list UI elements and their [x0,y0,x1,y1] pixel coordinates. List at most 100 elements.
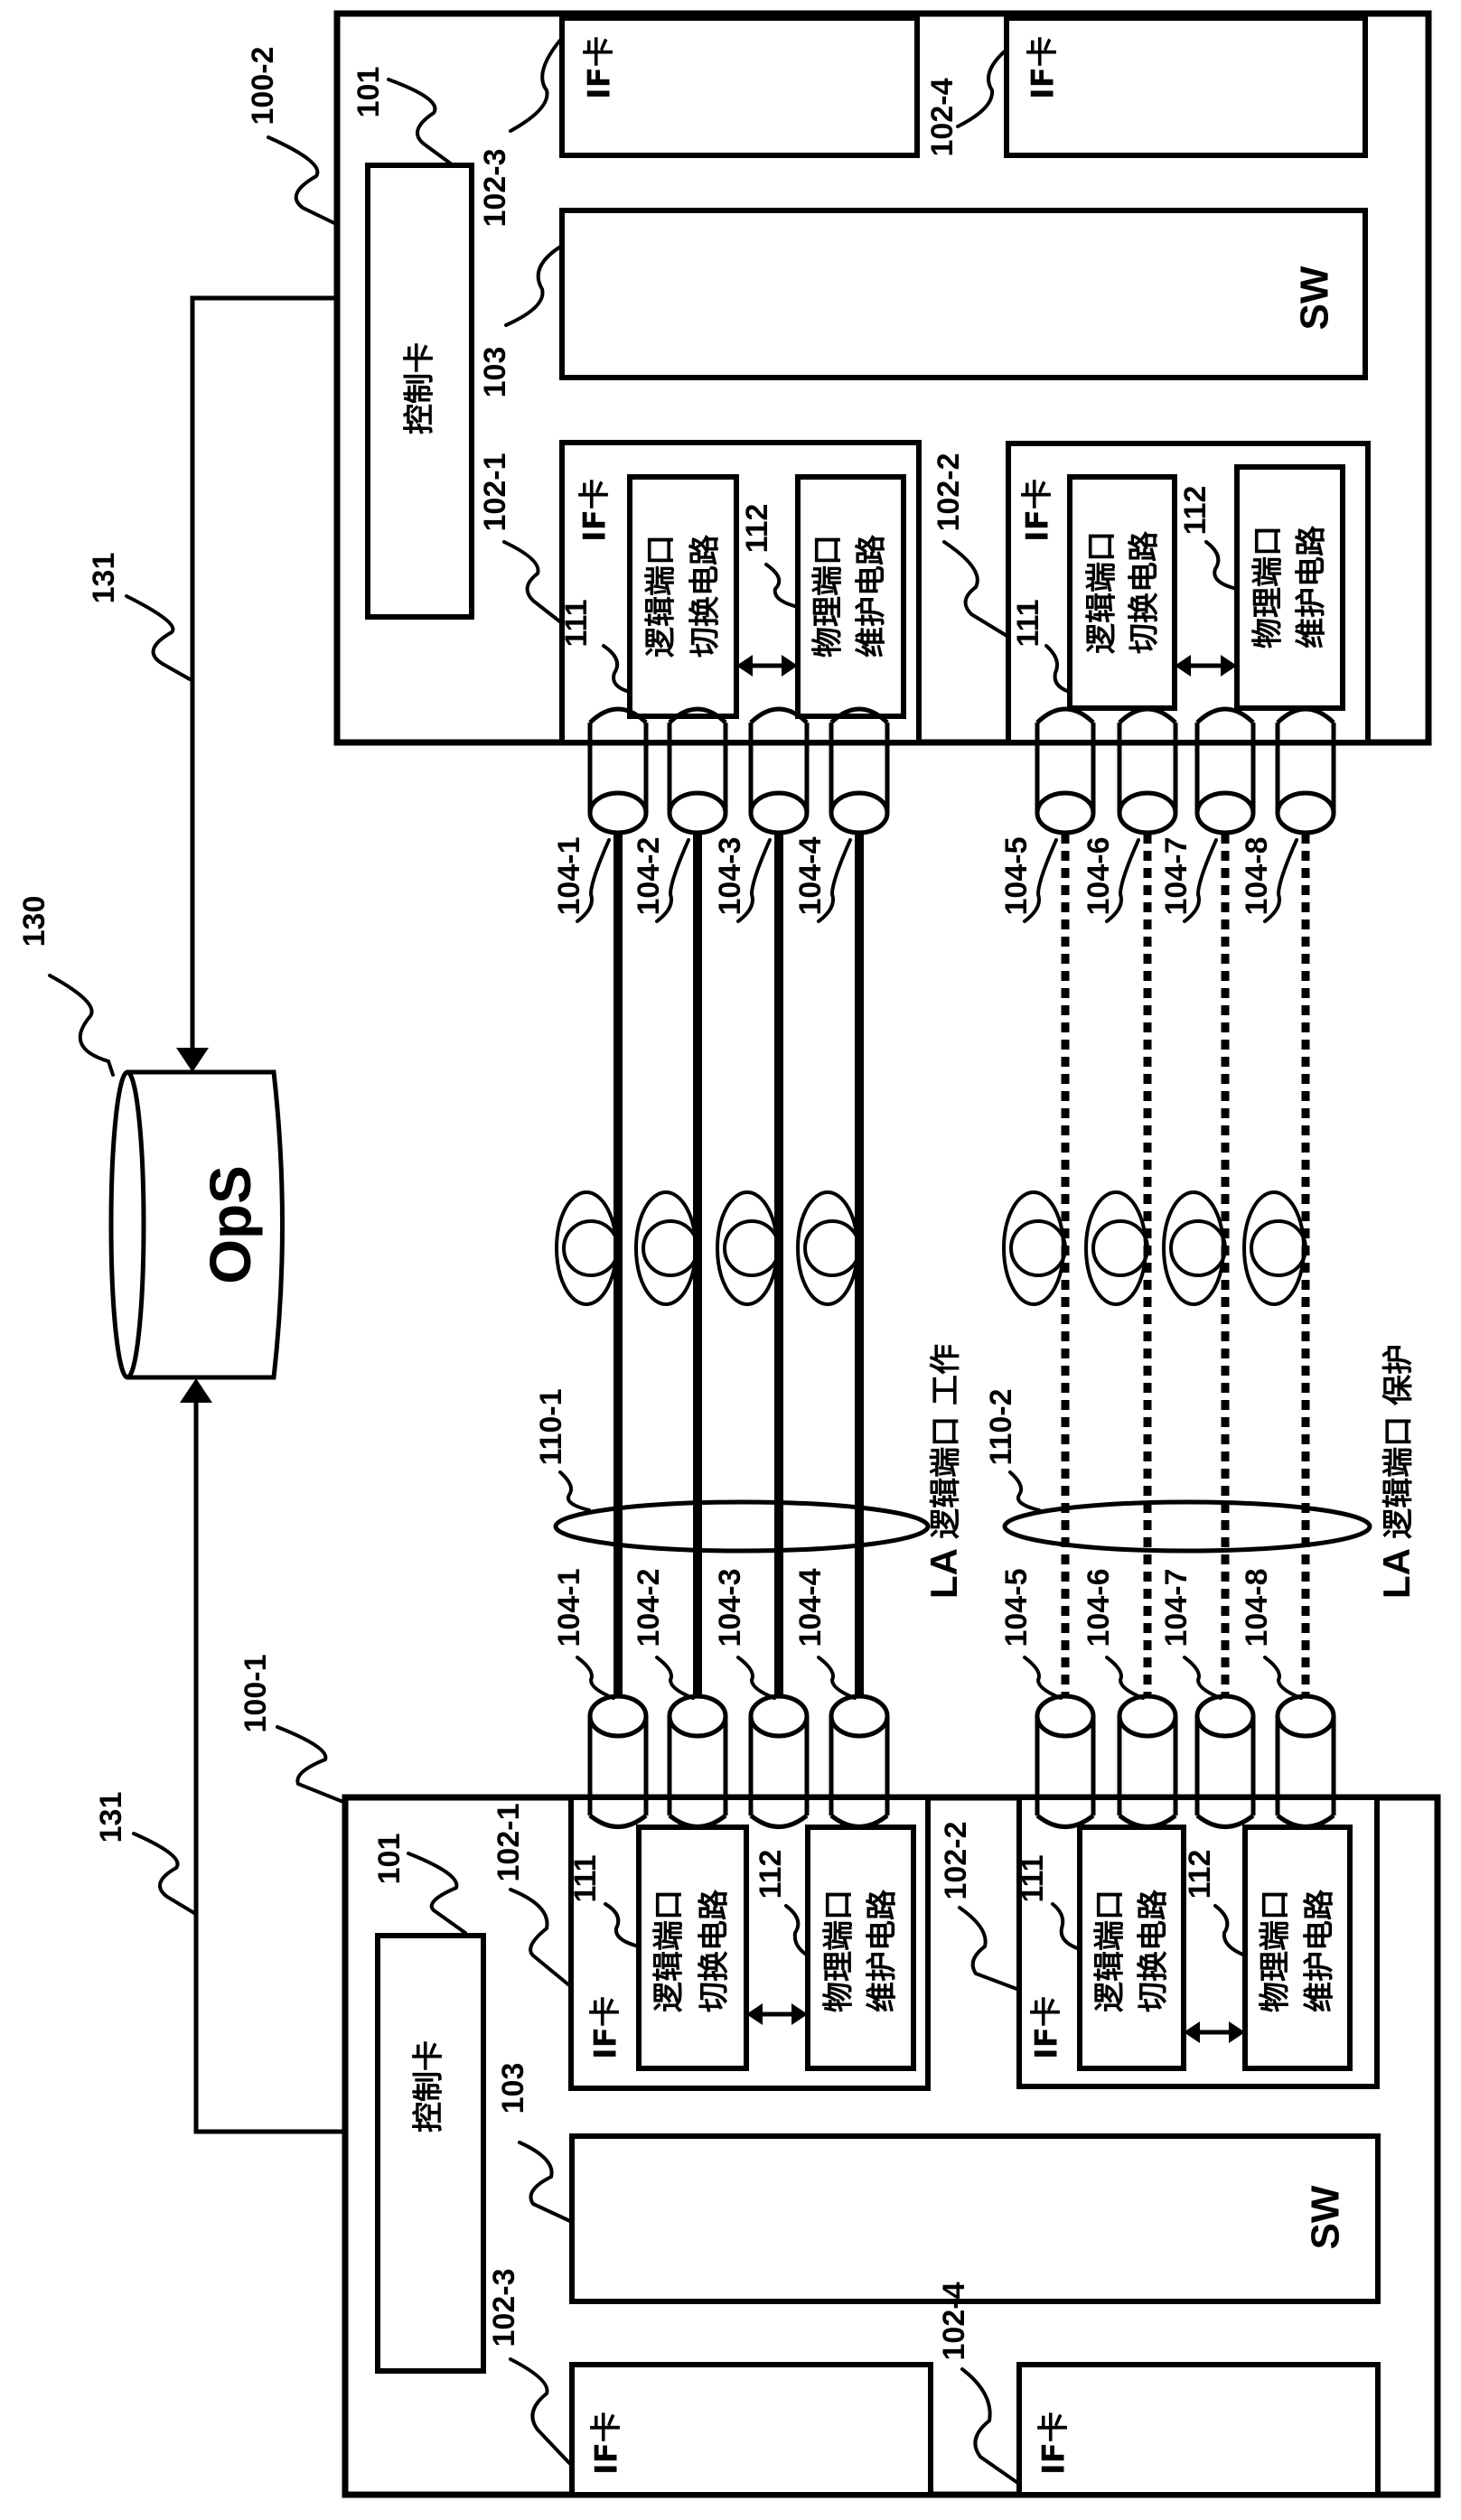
logic-circuit-line2: 切换电路 [688,534,724,658]
port-label-top: 104-4 [793,836,828,915]
port-label-top: 104-7 [1159,837,1194,916]
ref-112-top-2: 112 [1178,486,1213,536]
port-label-bottom: 104-8 [1240,1569,1274,1647]
ref-102-2-bottom: 102-2 [939,1822,973,1900]
phys-circuit-line2: 维护电路 [854,534,890,658]
phys-circuit-line2: 维护电路 [865,1889,901,2012]
port-label-bottom: 104-2 [632,1569,666,1647]
if-card-102-1-top-label: IF卡 [577,479,613,542]
lag-prefix: LA [1375,1539,1418,1599]
lag-prefix: LA [922,1539,965,1599]
if-card-102-3-bottom [569,2362,933,2497]
switch-top [559,208,1368,380]
fiber-coil-icon [1242,1190,1307,1306]
leader-port-bottom [576,1656,615,1700]
leader-100-1 [276,1725,345,1804]
lag-ellipse-110-2 [1002,1499,1372,1554]
fiber-coil-icon [716,1190,781,1306]
lag-label-110-1: LA 逻辑端口 工作 [922,1344,965,1599]
if-card-102-3-top-label: IF卡 [582,36,618,99]
fiber-coil-icon [1084,1190,1149,1306]
leader-131-upper [125,594,192,681]
lag-main-label: 逻辑端口 [1381,1405,1417,1539]
if-card-102-4-bottom-label: IF卡 [1036,2412,1072,2475]
leader-port-bottom [1263,1656,1303,1700]
switch-bottom [569,2133,1381,2304]
logic-circuit-line1: 逻辑端口 [1092,1890,1129,2012]
ref-111-top-2: 111 [1011,600,1045,648]
phys-circuit-line2: 维护电路 [1302,1889,1338,2012]
ref-112-bottom-1: 112 [754,1850,788,1899]
leader-131-lower [132,1832,196,1915]
port-label-bottom: 104-4 [793,1568,828,1647]
lag-ref-110-2: 110-2 [984,1388,1018,1465]
leader-port-bottom [1105,1656,1145,1700]
leader-port-bottom [736,1656,776,1700]
ref-102-4-bottom: 102-4 [937,2282,971,2360]
leader-port-bottom [1023,1656,1063,1700]
ref-100-1: 100-1 [239,1655,273,1733]
if-card-102-1-bottom-label: IF卡 [588,1996,624,2059]
leader-lag-110-2 [1008,1470,1041,1512]
ref-111-bottom-2: 111 [1016,1855,1050,1903]
phys-circuit-line2: 维护电路 [1294,525,1330,649]
ref-101-top: 101 [351,67,386,118]
port-label-top: 104-1 [552,837,586,916]
phys-circuit-line1: 物理端口 [1258,1890,1294,2012]
ref-103-top: 103 [478,347,512,398]
ref-102-1-top: 102-1 [478,453,512,532]
ref-102-4-top: 102-4 [925,78,960,156]
port-label-top: 104-8 [1240,837,1274,916]
lag-main-label: 逻辑端口 [928,1405,964,1539]
if-card-102-4-top-label: IF卡 [1026,36,1062,99]
logic-circuit-line1: 逻辑端口 [651,1890,688,2012]
fiber-coil-icon [1002,1190,1067,1306]
lag-ref-110-1: 110-1 [534,1388,568,1465]
port-label-bottom: 104-6 [1082,1569,1116,1647]
if-card-102-2-top-label: IF卡 [1020,479,1056,542]
lag-role-label: 保护 [1381,1344,1417,1405]
logic-circuit-line2: 切换电路 [1127,530,1163,654]
ref-131-upper: 131 [87,553,121,604]
lag-ellipse-110-1 [553,1499,931,1554]
fiber-coil-icon [634,1190,699,1306]
if-card-102-3-bottom-label: IF卡 [589,2412,625,2475]
port-label-top: 104-2 [632,837,666,916]
fiber-coil-icon [555,1190,620,1306]
leader-100-2 [267,135,338,226]
leader-port-bottom [817,1656,857,1700]
lag-protection-diagram: OpS 130 131 131 控制卡 IF卡 IF卡 SW IF卡 逻辑端口 [17,10,1441,2498]
logic-circuit-line2: 切换电路 [1136,1889,1172,2012]
logic-circuit-line2: 切换电路 [697,1889,733,2012]
port-label-bottom: 104-7 [1159,1569,1194,1647]
fiber-coil-icon [796,1190,861,1306]
phys-circuit-line1: 物理端口 [810,535,847,658]
ref-131-lower: 131 [94,1792,128,1843]
ref-102-3-bottom: 102-3 [487,2269,521,2347]
ref-102-2-top: 102-2 [932,453,966,532]
port-label-top: 104-6 [1082,837,1116,916]
if-card-102-2-bottom-label: IF卡 [1029,1996,1065,2059]
logic-circuit-line1: 逻辑端口 [1084,531,1120,654]
ref-111-bottom-1: 111 [568,1855,603,1903]
switch-top-label: SW [1293,266,1337,330]
switch-bottom-label: SW [1304,2185,1348,2249]
fiber-links: 104-1 104-1 104-2 104-2 104-3 104-3 104-4 104-4… [552,706,1336,1829]
leader-port-bottom [655,1656,695,1700]
control-card-top-label: 控制卡 [402,342,438,434]
port-label-bottom: 104-1 [552,1569,586,1647]
ops-label: OpS [198,1165,263,1284]
logic-circuit-line1: 逻辑端口 [643,535,679,658]
ops-server: OpS [108,1069,285,1380]
ref-101-bottom: 101 [372,1834,407,1885]
port-label-top: 104-3 [713,837,747,916]
ref-112-top-1: 112 [740,504,774,554]
ref-103-bottom: 103 [496,2063,530,2114]
ref-111-top-1: 111 [559,600,594,648]
ref-130: 130 [17,896,52,947]
ref-102-3-top: 102-3 [478,149,512,228]
ref-100-2: 100-2 [246,47,280,126]
lag-groups: 110-1 LA 逻辑端口 工作 110-2 LA 逻辑端口 保护 [534,1344,1418,1599]
if-card-102-4-bottom [1016,2362,1381,2497]
leader-130 [48,974,115,1077]
